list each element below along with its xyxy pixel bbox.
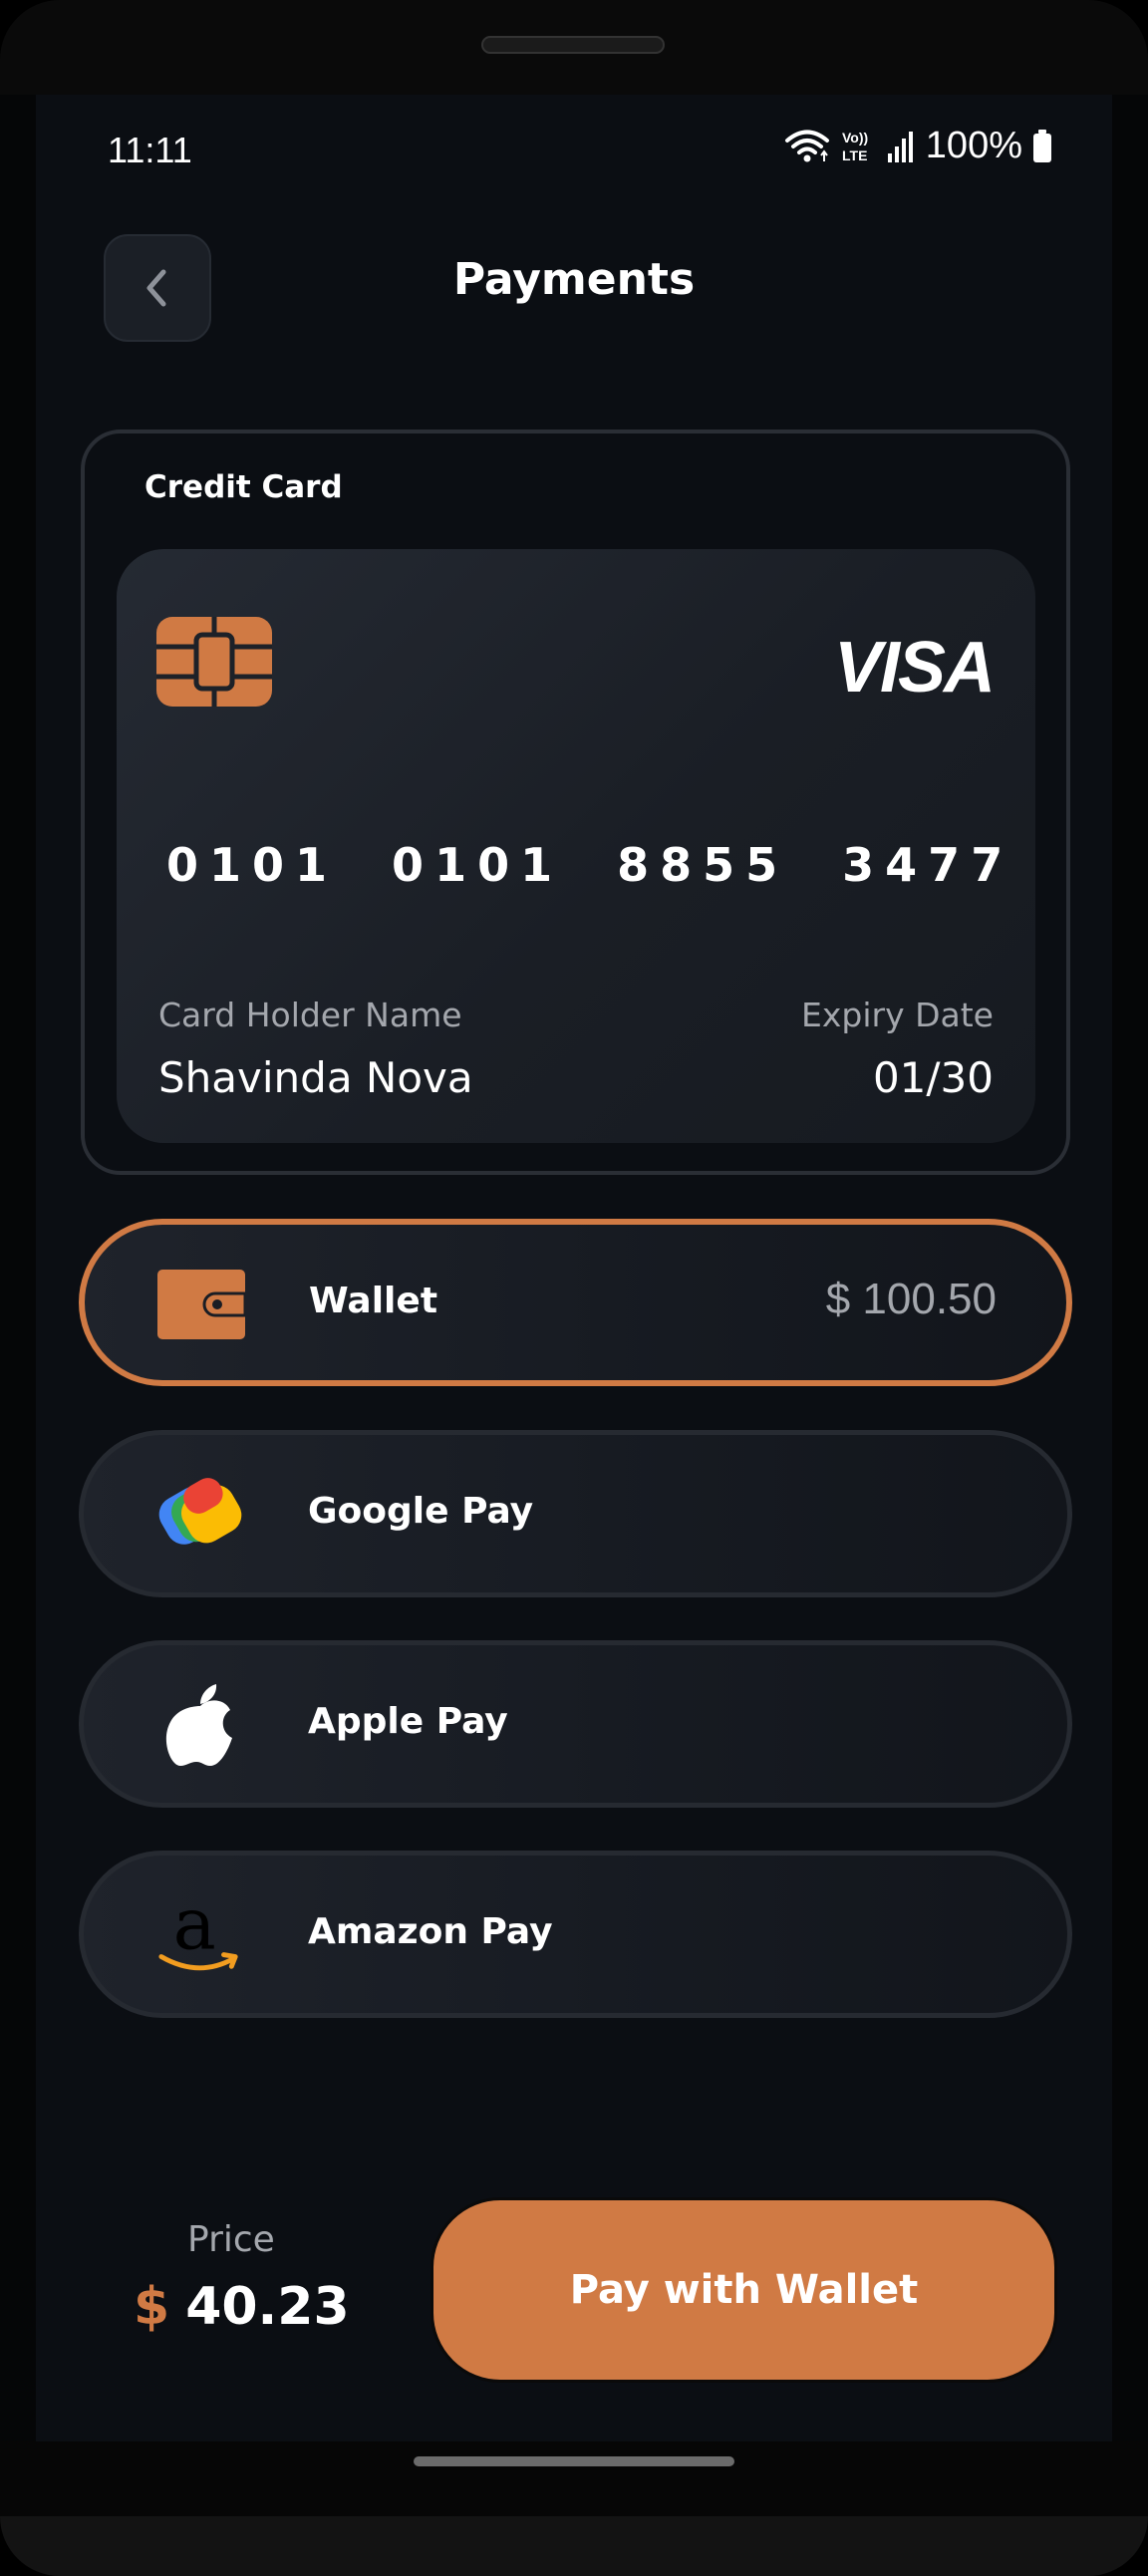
credit-card-option[interactable]: Credit Card VISA 0101 0101 8855 3477 Car… — [81, 429, 1070, 1175]
wifi-icon — [784, 128, 830, 165]
phone-frame: 11:11 Vo)) LTE 100% Payments Credit Card… — [0, 0, 1148, 2576]
amazon-pay-label: Amazon Pay — [308, 1911, 553, 1952]
chip-icon — [156, 617, 272, 711]
phone-top-bezel — [0, 0, 1148, 95]
expiry-date-value: 01/30 — [872, 1053, 994, 1102]
expiry-date-label: Expiry Date — [801, 996, 994, 1034]
wallet-label: Wallet — [309, 1281, 438, 1321]
battery-icon — [1032, 129, 1052, 163]
phone-bottom-edge — [0, 2516, 1148, 2576]
screen: 11:11 Vo)) LTE 100% Payments Credit Card… — [36, 95, 1112, 2441]
apple-pay-option[interactable]: Apple Pay — [79, 1640, 1072, 1808]
apple-pay-label: Apple Pay — [308, 1701, 508, 1742]
google-pay-option[interactable]: Google Pay — [79, 1430, 1072, 1597]
price-value: $40.23 — [134, 2277, 350, 2337]
price-amount: 40.23 — [185, 2277, 350, 2337]
status-icons: Vo)) LTE 100% — [784, 125, 1052, 167]
svg-text:LTE: LTE — [842, 147, 867, 163]
page-title: Payments — [452, 254, 696, 305]
wallet-icon — [156, 1265, 246, 1344]
svg-text:Vo)): Vo)) — [842, 130, 868, 145]
svg-text:a: a — [173, 1893, 216, 1967]
wallet-balance: $ 100.50 — [825, 1275, 997, 1323]
signal-icon — [886, 130, 916, 163]
home-indicator[interactable] — [414, 2456, 734, 2466]
card-holder-name: Shavinda Nova — [158, 1053, 473, 1102]
google-pay-label: Google Pay — [308, 1491, 534, 1532]
card-number: 0101 0101 8855 3477 — [166, 838, 1014, 892]
credit-card-label: Credit Card — [144, 469, 343, 505]
price-label: Price — [187, 2219, 275, 2260]
credit-card: VISA 0101 0101 8855 3477 Card Holder Nam… — [117, 549, 1035, 1143]
visa-logo: VISA — [833, 628, 996, 708]
volte-icon: Vo)) LTE — [840, 128, 876, 165]
card-holder-label: Card Holder Name — [158, 996, 462, 1034]
amazon-pay-option[interactable]: a Amazon Pay — [79, 1851, 1072, 2018]
status-time: 11:11 — [108, 130, 192, 170]
amazon-icon: a — [155, 1893, 245, 1975]
speaker-grille — [481, 36, 665, 54]
currency-symbol: $ — [134, 2277, 170, 2337]
pay-with-wallet-button[interactable]: Pay with Wallet — [430, 2197, 1057, 2383]
apple-icon — [155, 1684, 245, 1766]
google-pay-icon — [155, 1475, 245, 1555]
wallet-option[interactable]: Wallet $ 100.50 — [79, 1219, 1072, 1386]
battery-percent: 100% — [925, 125, 1022, 166]
